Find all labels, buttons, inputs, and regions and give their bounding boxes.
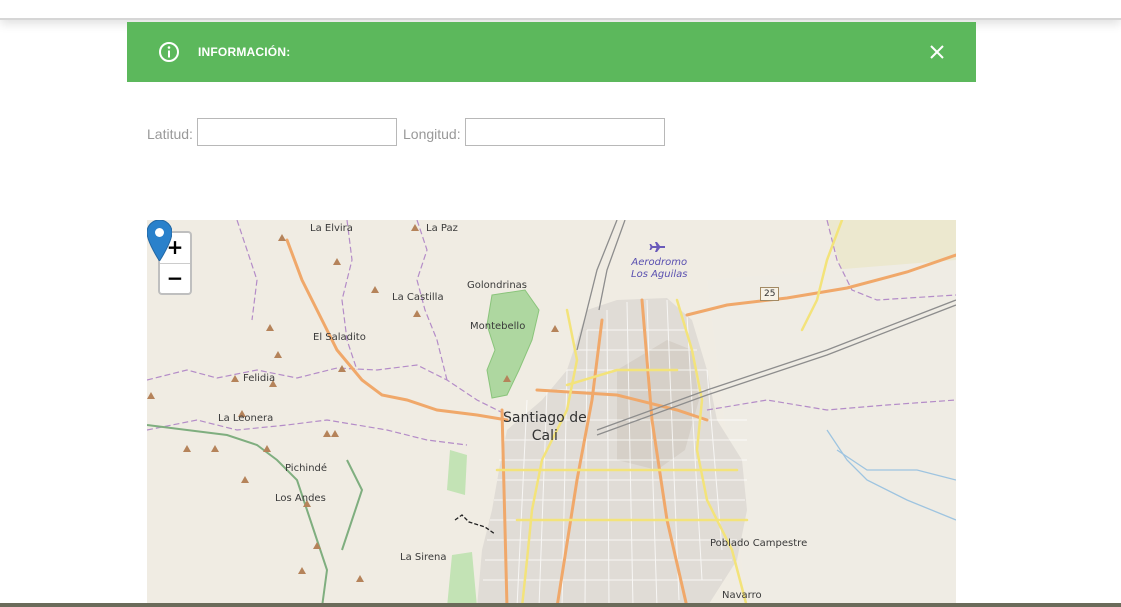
map-label-montebello: Montebello	[470, 321, 526, 332]
map-label-la-elvira: La Elvira	[310, 223, 353, 234]
map-label-la-leonera: La Leonera	[218, 413, 274, 424]
info-icon	[159, 42, 179, 62]
alert-title: INFORMACIÓN:	[198, 45, 291, 59]
longitude-label: Longitud:	[403, 126, 461, 142]
map-label-los-andes: Los Andes	[275, 493, 326, 504]
map-label-la-castilla: La Castilla	[392, 292, 444, 303]
close-icon[interactable]	[929, 44, 945, 60]
latitude-input[interactable]	[197, 118, 397, 146]
map-label-el-saladito: El Saladito	[313, 332, 366, 343]
info-alert: INFORMACIÓN:	[127, 22, 976, 82]
map-label-la-paz: La Paz	[426, 223, 458, 234]
top-bar	[0, 0, 1121, 20]
longitude-input[interactable]	[465, 118, 665, 146]
map-label-golondrinas: Golondrinas	[467, 280, 528, 291]
map-label-poblado-campestre: Poblado Campestre	[710, 538, 808, 549]
map-label-santiago-de-cali: Santiago de Cali	[503, 410, 587, 444]
map-view[interactable]: La Elvira La Paz Aerodromo Los Aguilas 25…	[147, 220, 956, 607]
map-marker-icon[interactable]	[147, 220, 172, 261]
map-label-pichinde: Pichindé	[285, 463, 328, 474]
map-label-felidia: Felidia	[243, 373, 276, 384]
route-shield-25: 25	[760, 287, 780, 301]
bottom-taskbar-edge	[0, 603, 1121, 607]
map-label-aerodromo: Aerodromo Los Aguilas	[631, 257, 688, 280]
latitude-label: Latitud:	[147, 126, 193, 142]
zoom-out-button[interactable]: −	[160, 264, 190, 293]
map-label-navarro: Navarro	[722, 590, 762, 601]
map-label-la-sirena: La Sirena	[400, 552, 447, 563]
